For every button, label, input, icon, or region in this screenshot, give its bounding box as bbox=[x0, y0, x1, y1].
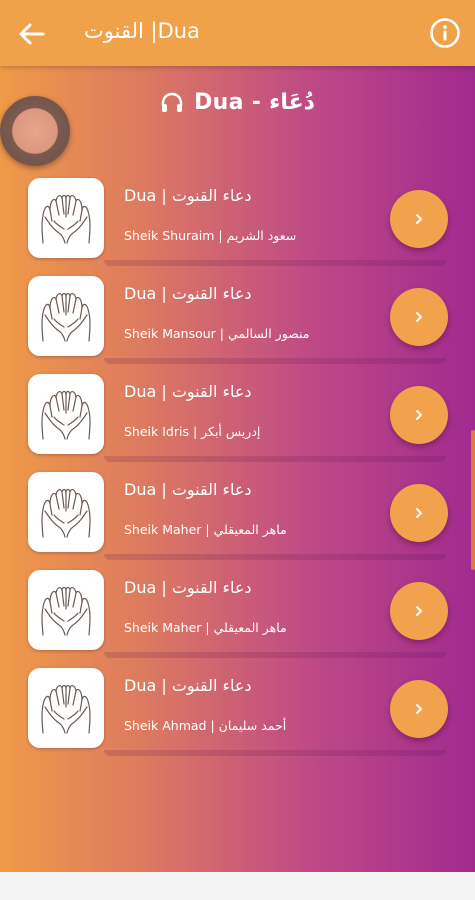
open-item-button[interactable] bbox=[390, 190, 448, 248]
open-item-button[interactable] bbox=[390, 582, 448, 640]
page-title: القنوت |Dua bbox=[84, 19, 200, 43]
headphones-icon bbox=[161, 92, 183, 112]
list-item[interactable]: Dua | دعاء القنوت Sheik Maher | ماهر الم… bbox=[28, 568, 452, 658]
chevron-right-icon bbox=[416, 704, 422, 714]
back-button[interactable] bbox=[14, 16, 50, 52]
chevron-right-icon bbox=[416, 606, 422, 616]
praying-hands-icon bbox=[41, 684, 91, 734]
open-item-button[interactable] bbox=[390, 680, 448, 738]
item-subtitle: Sheik Maher | ماهر المعيقلي bbox=[124, 620, 287, 635]
row-shadow bbox=[104, 260, 446, 266]
row-shadow bbox=[104, 652, 446, 658]
dua-thumbnail bbox=[28, 276, 104, 356]
row-shadow bbox=[104, 750, 446, 756]
item-title: Dua | دعاء القنوت bbox=[124, 480, 252, 499]
chevron-right-icon bbox=[416, 410, 422, 420]
info-button[interactable] bbox=[427, 15, 463, 51]
item-title: Dua | دعاء القنوت bbox=[124, 186, 252, 205]
floating-action-button[interactable] bbox=[0, 96, 70, 166]
scrollbar[interactable] bbox=[471, 430, 475, 570]
row-shadow bbox=[104, 554, 446, 560]
row-shadow bbox=[104, 358, 446, 364]
dua-thumbnail bbox=[28, 668, 104, 748]
chevron-right-icon bbox=[416, 214, 422, 224]
bottom-bar bbox=[0, 872, 475, 900]
section-title: Dua - دُعَاء bbox=[194, 90, 315, 115]
chevron-right-icon bbox=[416, 312, 422, 322]
list-item[interactable]: Dua | دعاء القنوت Sheik Maher | ماهر الم… bbox=[28, 470, 452, 560]
list-item[interactable]: Dua | دعاء القنوت Sheik Shuraim | سعود ا… bbox=[28, 176, 452, 266]
praying-hands-icon bbox=[41, 292, 91, 342]
chevron-right-icon bbox=[416, 508, 422, 518]
open-item-button[interactable] bbox=[390, 288, 448, 346]
section-header: Dua - دُعَاء bbox=[0, 90, 475, 115]
item-subtitle: Sheik Maher | ماهر المعيقلي bbox=[124, 522, 287, 537]
dua-thumbnail bbox=[28, 472, 104, 552]
praying-hands-icon bbox=[41, 586, 91, 636]
praying-hands-icon bbox=[41, 390, 91, 440]
praying-hands-icon bbox=[41, 194, 91, 244]
item-subtitle: Sheik Shuraim | سعود الشريم bbox=[124, 228, 297, 243]
item-subtitle: Sheik Idris | إدريس أبكر bbox=[124, 424, 261, 439]
list-item[interactable]: Dua | دعاء القنوت Sheik Idris | إدريس أب… bbox=[28, 372, 452, 462]
content-area: Dua - دُعَاء Dua | دعاء القنوت Sheik Shu… bbox=[0, 66, 475, 872]
item-subtitle: Sheik Ahmad | أحمد سليمان bbox=[124, 718, 287, 733]
item-title: Dua | دعاء القنوت bbox=[124, 382, 252, 401]
item-title: Dua | دعاء القنوت bbox=[124, 284, 252, 303]
praying-hands-icon bbox=[41, 488, 91, 538]
row-shadow bbox=[104, 456, 446, 462]
item-subtitle: Sheik Mansour | منصور السالمي bbox=[124, 326, 310, 341]
open-item-button[interactable] bbox=[390, 386, 448, 444]
list-item[interactable]: Dua | دعاء القنوت Sheik Ahmad | أحمد سلي… bbox=[28, 666, 452, 756]
dua-thumbnail bbox=[28, 570, 104, 650]
open-item-button[interactable] bbox=[390, 484, 448, 542]
item-title: Dua | دعاء القنوت bbox=[124, 676, 252, 695]
list-item[interactable]: Dua | دعاء القنوت Sheik Mansour | منصور … bbox=[28, 274, 452, 364]
dua-thumbnail bbox=[28, 178, 104, 258]
info-circle-icon bbox=[430, 18, 460, 48]
dua-thumbnail bbox=[28, 374, 104, 454]
item-title: Dua | دعاء القنوت bbox=[124, 578, 252, 597]
arrow-left-icon bbox=[19, 23, 45, 45]
app-bar: القنوت |Dua bbox=[0, 0, 475, 66]
